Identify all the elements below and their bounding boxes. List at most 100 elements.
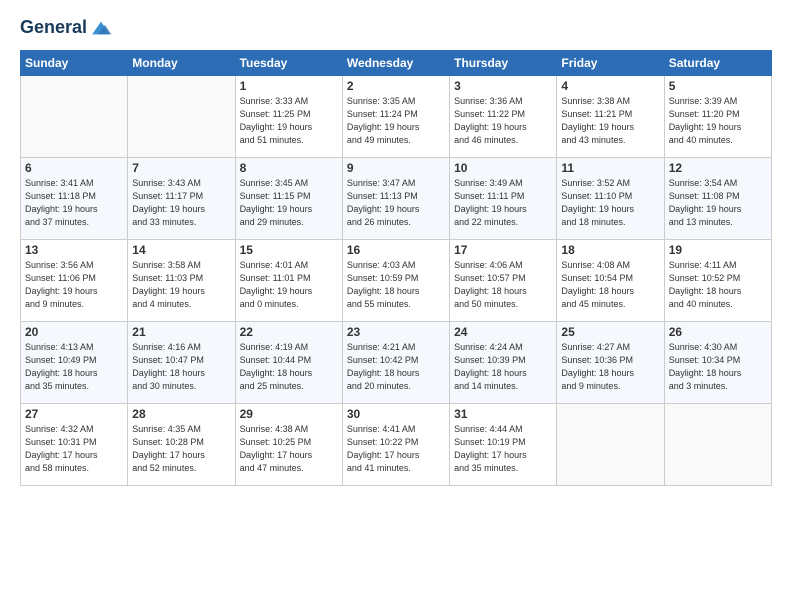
calendar-cell: 14 Sunrise: 3:58 AM Sunset: 11:03 PM Dayl…	[128, 240, 235, 322]
day-number: 26	[669, 325, 767, 339]
weekday-header-monday: Monday	[128, 51, 235, 76]
day-number: 25	[561, 325, 659, 339]
day-number: 12	[669, 161, 767, 175]
day-info: Sunrise: 4:32 AM Sunset: 10:31 PM Daylig…	[25, 423, 123, 475]
calendar-cell: 18 Sunrise: 4:08 AM Sunset: 10:54 PM Dayl…	[557, 240, 664, 322]
day-number: 7	[132, 161, 230, 175]
day-number: 18	[561, 243, 659, 257]
day-number: 4	[561, 79, 659, 93]
weekday-header-saturday: Saturday	[664, 51, 771, 76]
calendar-cell: 15Sunrise: 4:01 AM Sunset: 11:01 PM Dayl…	[235, 240, 342, 322]
calendar-cell: 13Sunrise: 3:56 AM Sunset: 11:06 PM Dayl…	[21, 240, 128, 322]
calendar-cell: 19 Sunrise: 4:11 AM Sunset: 10:52 PM Dayl…	[664, 240, 771, 322]
calendar-cell: 17 Sunrise: 4:06 AM Sunset: 10:57 PM Dayl…	[450, 240, 557, 322]
day-number: 17	[454, 243, 552, 257]
week-row-2: 6Sunrise: 3:41 AM Sunset: 11:18 PM Dayli…	[21, 158, 772, 240]
calendar-cell: 5 Sunrise: 3:39 AM Sunset: 11:20 PM Dayli…	[664, 76, 771, 158]
calendar-cell: 16 Sunrise: 4:03 AM Sunset: 10:59 PM Dayl…	[342, 240, 449, 322]
weekday-header-friday: Friday	[557, 51, 664, 76]
day-info: Sunrise: 3:36 AM Sunset: 11:22 PM Daylig…	[454, 95, 552, 147]
calendar-cell: 28 Sunrise: 4:35 AM Sunset: 10:28 PM Dayl…	[128, 404, 235, 486]
day-number: 8	[240, 161, 338, 175]
day-number: 31	[454, 407, 552, 421]
week-row-5: 27 Sunrise: 4:32 AM Sunset: 10:31 PM Dayl…	[21, 404, 772, 486]
week-row-3: 13Sunrise: 3:56 AM Sunset: 11:06 PM Dayl…	[21, 240, 772, 322]
calendar-cell	[557, 404, 664, 486]
day-info: Sunrise: 4:44 AM Sunset: 10:19 PM Daylig…	[454, 423, 552, 475]
calendar-cell: 1 Sunrise: 3:33 AM Sunset: 11:25 PM Dayli…	[235, 76, 342, 158]
calendar-cell: 22 Sunrise: 4:19 AM Sunset: 10:44 PM Dayl…	[235, 322, 342, 404]
calendar-cell: 26 Sunrise: 4:30 AM Sunset: 10:34 PM Dayl…	[664, 322, 771, 404]
day-number: 14	[132, 243, 230, 257]
day-number: 28	[132, 407, 230, 421]
calendar-cell: 21 Sunrise: 4:16 AM Sunset: 10:47 PM Dayl…	[128, 322, 235, 404]
day-info: Sunrise: 4:35 AM Sunset: 10:28 PM Daylig…	[132, 423, 230, 475]
day-info: Sunrise: 4:06 AM Sunset: 10:57 PM Daylig…	[454, 259, 552, 311]
day-number: 29	[240, 407, 338, 421]
day-info: Sunrise: 3:45 AM Sunset: 11:15 PM Daylig…	[240, 177, 338, 229]
calendar-cell: 23Sunrise: 4:21 AM Sunset: 10:42 PM Dayl…	[342, 322, 449, 404]
calendar-cell: 10 Sunrise: 3:49 AM Sunset: 11:11 PM Dayl…	[450, 158, 557, 240]
page: General SundayMondayTuesdayWednesdayThur…	[0, 0, 792, 496]
day-info: Sunrise: 4:16 AM Sunset: 10:47 PM Daylig…	[132, 341, 230, 393]
day-number: 20	[25, 325, 123, 339]
day-number: 19	[669, 243, 767, 257]
day-info: Sunrise: 3:33 AM Sunset: 11:25 PM Daylig…	[240, 95, 338, 147]
calendar-cell: 3 Sunrise: 3:36 AM Sunset: 11:22 PM Dayli…	[450, 76, 557, 158]
weekday-header-thursday: Thursday	[450, 51, 557, 76]
day-number: 11	[561, 161, 659, 175]
day-info: Sunrise: 4:30 AM Sunset: 10:34 PM Daylig…	[669, 341, 767, 393]
day-info: Sunrise: 3:39 AM Sunset: 11:20 PM Daylig…	[669, 95, 767, 147]
calendar-cell: 11Sunrise: 3:52 AM Sunset: 11:10 PM Dayl…	[557, 158, 664, 240]
header: General	[20, 16, 772, 40]
day-info: Sunrise: 3:38 AM Sunset: 11:21 PM Daylig…	[561, 95, 659, 147]
calendar-cell: 7Sunrise: 3:43 AM Sunset: 11:17 PM Dayli…	[128, 158, 235, 240]
calendar-cell: 9 Sunrise: 3:47 AM Sunset: 11:13 PM Dayli…	[342, 158, 449, 240]
day-number: 3	[454, 79, 552, 93]
day-number: 10	[454, 161, 552, 175]
day-info: Sunrise: 4:38 AM Sunset: 10:25 PM Daylig…	[240, 423, 338, 475]
calendar-cell: 24Sunrise: 4:24 AM Sunset: 10:39 PM Dayl…	[450, 322, 557, 404]
day-info: Sunrise: 3:35 AM Sunset: 11:24 PM Daylig…	[347, 95, 445, 147]
calendar-cell	[128, 76, 235, 158]
day-info: Sunrise: 4:13 AM Sunset: 10:49 PM Daylig…	[25, 341, 123, 393]
calendar-cell	[664, 404, 771, 486]
day-number: 5	[669, 79, 767, 93]
weekday-header-tuesday: Tuesday	[235, 51, 342, 76]
day-info: Sunrise: 4:03 AM Sunset: 10:59 PM Daylig…	[347, 259, 445, 311]
day-number: 27	[25, 407, 123, 421]
calendar-cell: 8 Sunrise: 3:45 AM Sunset: 11:15 PM Dayli…	[235, 158, 342, 240]
calendar-cell: 4 Sunrise: 3:38 AM Sunset: 11:21 PM Dayli…	[557, 76, 664, 158]
day-number: 23	[347, 325, 445, 339]
calendar-cell	[21, 76, 128, 158]
day-info: Sunrise: 3:49 AM Sunset: 11:11 PM Daylig…	[454, 177, 552, 229]
week-row-1: 1 Sunrise: 3:33 AM Sunset: 11:25 PM Dayli…	[21, 76, 772, 158]
day-number: 22	[240, 325, 338, 339]
calendar-cell: 25 Sunrise: 4:27 AM Sunset: 10:36 PM Dayl…	[557, 322, 664, 404]
calendar-cell: 12 Sunrise: 3:54 AM Sunset: 11:08 PM Dayl…	[664, 158, 771, 240]
day-number: 15	[240, 243, 338, 257]
day-number: 30	[347, 407, 445, 421]
day-info: Sunrise: 4:41 AM Sunset: 10:22 PM Daylig…	[347, 423, 445, 475]
day-number: 16	[347, 243, 445, 257]
day-info: Sunrise: 3:58 AM Sunset: 11:03 PM Daylig…	[132, 259, 230, 311]
day-info: Sunrise: 4:08 AM Sunset: 10:54 PM Daylig…	[561, 259, 659, 311]
logo: General	[20, 16, 113, 40]
day-number: 9	[347, 161, 445, 175]
day-info: Sunrise: 3:47 AM Sunset: 11:13 PM Daylig…	[347, 177, 445, 229]
day-number: 21	[132, 325, 230, 339]
logo-text: General	[20, 18, 87, 38]
weekday-header-row: SundayMondayTuesdayWednesdayThursdayFrid…	[21, 51, 772, 76]
calendar-cell: 30 Sunrise: 4:41 AM Sunset: 10:22 PM Dayl…	[342, 404, 449, 486]
day-info: Sunrise: 4:19 AM Sunset: 10:44 PM Daylig…	[240, 341, 338, 393]
day-number: 1	[240, 79, 338, 93]
calendar-cell: 29 Sunrise: 4:38 AM Sunset: 10:25 PM Dayl…	[235, 404, 342, 486]
day-number: 2	[347, 79, 445, 93]
day-info: Sunrise: 4:27 AM Sunset: 10:36 PM Daylig…	[561, 341, 659, 393]
day-info: Sunrise: 4:24 AM Sunset: 10:39 PM Daylig…	[454, 341, 552, 393]
day-info: Sunrise: 4:11 AM Sunset: 10:52 PM Daylig…	[669, 259, 767, 311]
weekday-header-sunday: Sunday	[21, 51, 128, 76]
day-info: Sunrise: 3:54 AM Sunset: 11:08 PM Daylig…	[669, 177, 767, 229]
calendar-cell: 20 Sunrise: 4:13 AM Sunset: 10:49 PM Dayl…	[21, 322, 128, 404]
calendar-cell: 27 Sunrise: 4:32 AM Sunset: 10:31 PM Dayl…	[21, 404, 128, 486]
